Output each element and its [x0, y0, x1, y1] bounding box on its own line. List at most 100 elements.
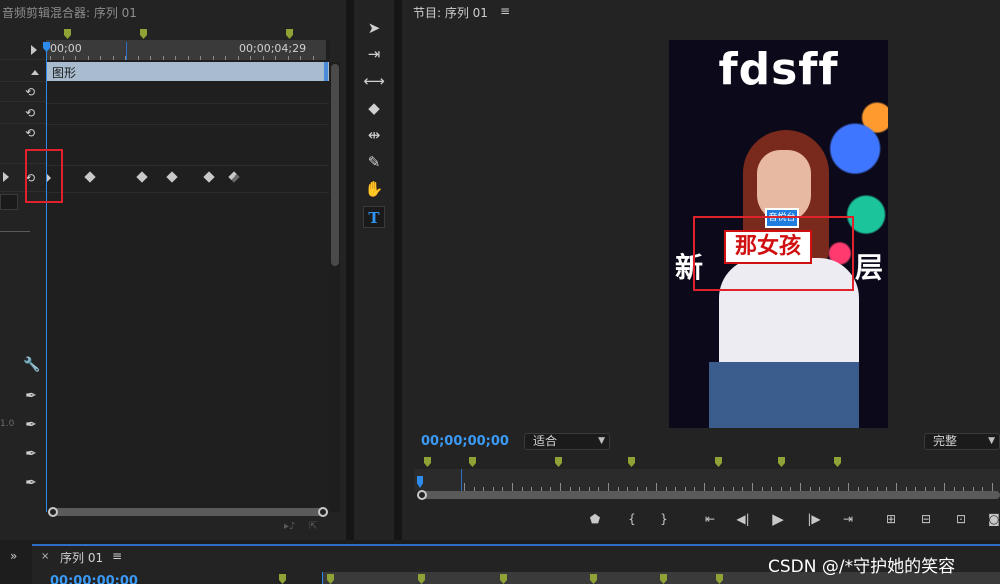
ruler-tick — [275, 56, 276, 60]
expand-panels-icon[interactable]: » — [10, 549, 17, 563]
left-panel-tab[interactable]: 音频剪辑混合器: 序列 01 — [0, 0, 346, 26]
eyedropper-icon[interactable]: ✒ — [23, 446, 39, 462]
ruler-tick — [150, 56, 151, 60]
side-subtitle-right: 层 — [855, 251, 886, 284]
property-row: ⟲ — [0, 102, 46, 124]
ruler-tick — [200, 56, 201, 60]
row-line — [47, 103, 329, 104]
subject-jeans — [709, 362, 859, 428]
lift-icon[interactable]: ⊡ — [951, 510, 971, 528]
expand-right-icon[interactable] — [3, 172, 9, 182]
scrollbar-thumb[interactable] — [331, 64, 339, 266]
highlight-box — [25, 149, 63, 203]
quality-dropdown-value: 完整 — [933, 434, 958, 448]
selection-tool-icon[interactable]: ➤ — [363, 17, 385, 39]
ruler-tick — [512, 483, 513, 491]
expand-right-icon[interactable] — [31, 45, 37, 55]
divider-line — [0, 231, 30, 232]
time-ruler[interactable]: 00;00 00;00;04;29 — [46, 40, 326, 60]
playhead[interactable] — [46, 42, 47, 512]
ruler-start-label: 00;00 — [50, 42, 82, 55]
mark-in-icon[interactable]: { — [622, 510, 642, 528]
wrench-icon[interactable]: 🔧 — [23, 357, 40, 373]
work-area-marker — [126, 42, 127, 60]
ruler-tick — [187, 56, 189, 60]
ruler-tick — [608, 483, 609, 491]
ruler-tick — [50, 56, 51, 60]
timeline-playhead[interactable] — [322, 572, 323, 584]
video-title-text: fdsff — [718, 44, 839, 95]
step-forward-icon[interactable]: |▶ — [804, 510, 824, 528]
panel-menu-icon[interactable]: ≡ — [112, 549, 122, 563]
ruler-tick — [137, 56, 139, 60]
razor-icon[interactable]: ◆ — [363, 97, 385, 119]
playhead-timecode[interactable]: 00;00;00;00 — [421, 434, 509, 449]
ruler-tick — [944, 483, 945, 491]
eyedropper-icon[interactable]: ✒ — [23, 388, 39, 404]
audio-only-icon[interactable]: ▸♪ — [284, 521, 295, 532]
insert-icon[interactable]: ⊞ — [881, 510, 901, 528]
ruler-tick — [87, 56, 89, 60]
graphic-clip-bar[interactable]: 图形 — [47, 62, 329, 81]
horizontal-scrollbar[interactable] — [48, 508, 328, 516]
go-to-in-icon[interactable]: ⇤ — [700, 510, 720, 528]
value-field[interactable] — [0, 194, 18, 210]
fit-dropdown[interactable]: 适合 ▼ — [524, 433, 610, 450]
row-line — [47, 165, 329, 166]
export-frame-icon[interactable]: ◙ — [984, 510, 1000, 528]
ruler-tick — [262, 56, 264, 60]
close-icon[interactable]: × — [41, 551, 49, 562]
go-to-out-icon[interactable]: ⇥ — [838, 510, 858, 528]
add-marker-icon[interactable]: ⬟ — [585, 510, 605, 528]
ruler-tick — [162, 56, 164, 60]
monitor-zoom-scrollbar[interactable] — [421, 491, 1000, 499]
ruler-tick — [896, 483, 897, 491]
panel-divider[interactable] — [346, 0, 354, 540]
reset-icon[interactable]: ⟲ — [25, 127, 37, 139]
scroll-handle-right[interactable] — [318, 507, 328, 517]
zoom-handle-left[interactable] — [417, 490, 427, 500]
reset-icon[interactable]: ⟲ — [25, 107, 37, 119]
slip-icon[interactable]: ⇹ — [363, 124, 385, 146]
ruler-tick — [250, 56, 251, 60]
ruler-tick — [992, 483, 993, 491]
ruler-tick — [175, 56, 176, 60]
collapse-up-icon[interactable] — [31, 70, 39, 75]
panel-menu-icon[interactable]: ≡ — [500, 4, 510, 18]
value-label: 1.0 — [0, 419, 15, 429]
clip-end-handle[interactable] — [324, 62, 328, 81]
timeline-timecode[interactable]: 00;00;00;00 — [50, 574, 138, 584]
ruler-tick — [300, 56, 301, 60]
ripple-edit-icon[interactable]: ⟷ — [363, 70, 385, 92]
eyedropper-icon[interactable]: ✒ — [23, 417, 39, 433]
watermark-text: CSDN @/*守护她的笑容 — [768, 557, 956, 577]
sequence-title[interactable]: 序列 01 — [60, 549, 103, 566]
type-tool-icon[interactable]: T — [363, 206, 385, 228]
highlight-box — [693, 216, 854, 291]
quality-dropdown[interactable]: 完整 ▼ — [924, 433, 1000, 450]
keyframe-area[interactable] — [46, 40, 330, 510]
pen-icon[interactable]: ✎ — [363, 151, 385, 173]
monitor-time-ruler[interactable] — [414, 469, 1000, 491]
ruler-tick — [560, 483, 561, 491]
ruler-tick — [312, 56, 314, 60]
scroll-handle-left[interactable] — [48, 507, 58, 517]
overwrite-icon[interactable]: ⊟ — [916, 510, 936, 528]
graphic-row — [0, 62, 46, 82]
monitor-tab[interactable]: 节目: 序列 01 — [413, 4, 488, 21]
ruler-tick — [704, 483, 705, 491]
step-back-icon[interactable]: ◀| — [733, 510, 753, 528]
eyedropper-icon[interactable]: ✒ — [23, 475, 39, 491]
panel-divider[interactable] — [394, 0, 402, 540]
mark-out-icon[interactable]: } — [654, 510, 674, 528]
play-icon[interactable]: ▶ — [768, 510, 788, 528]
row-line — [47, 124, 329, 125]
hand-icon[interactable]: ✋ — [363, 178, 385, 200]
ruler-tick — [225, 56, 226, 60]
fit-dropdown-value: 适合 — [533, 434, 558, 448]
track-select-icon[interactable]: ⇥ — [363, 43, 385, 65]
ruler-tick — [752, 483, 753, 491]
ruler-tick — [62, 56, 64, 60]
reset-icon[interactable]: ⟲ — [25, 86, 37, 98]
export-icon[interactable]: ⇱ — [309, 521, 317, 532]
